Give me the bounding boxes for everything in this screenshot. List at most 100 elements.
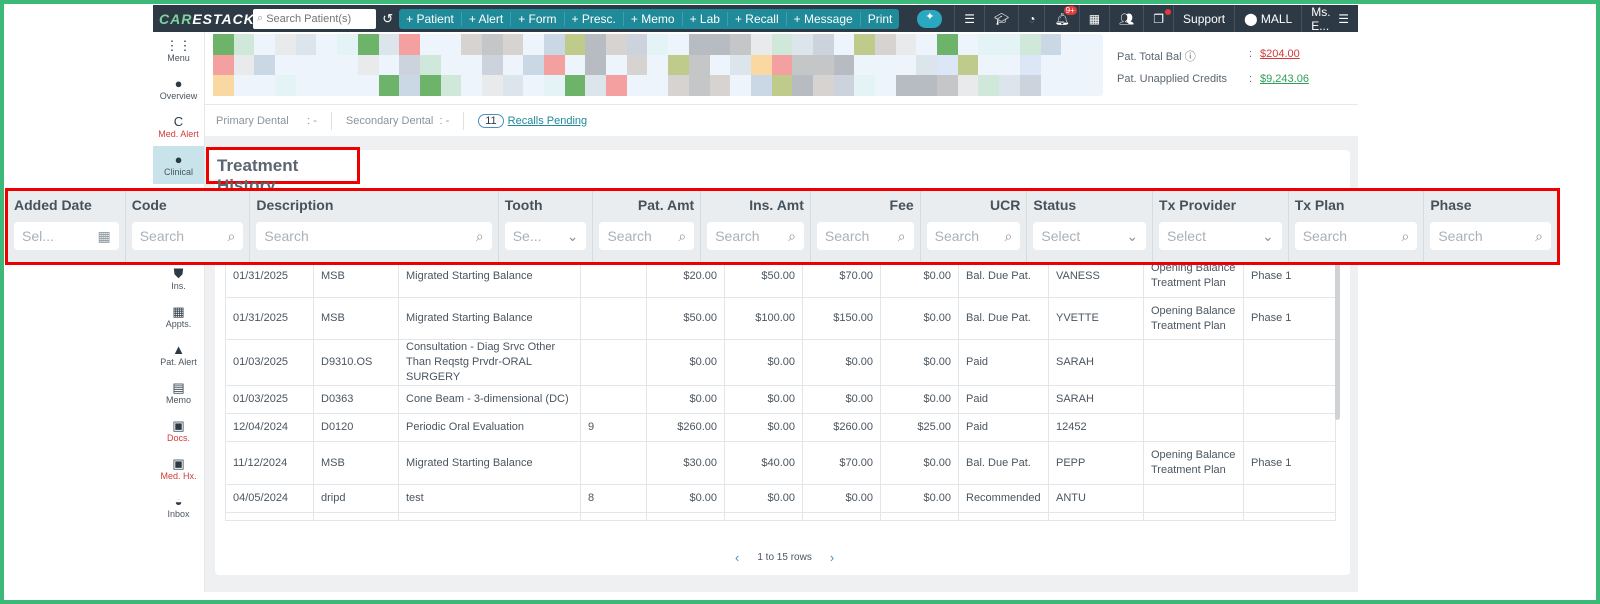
chat-icon[interactable]: ❐ xyxy=(1143,5,1173,32)
filter-search[interactable]: Search ⌕ xyxy=(926,222,1021,250)
quick-action-button[interactable]: + Presc. xyxy=(565,11,624,26)
column-tooth: Tooth Se... ⌄ xyxy=(499,191,594,262)
magic-wand-button[interactable]: ✦ xyxy=(917,9,943,28)
filter-search[interactable]: Search ⌕ xyxy=(816,222,914,250)
calendar-icon[interactable]: ▦ xyxy=(97,228,110,245)
table-row[interactable] xyxy=(225,512,1336,521)
hamburger-icon[interactable]: ☰ xyxy=(1338,12,1349,26)
sidebar-item-med-hx[interactable]: ▣ Med. Hx. xyxy=(153,450,204,488)
user-menu[interactable]: Ms. E... ☰ xyxy=(1301,5,1358,33)
sidebar-item-ins[interactable]: ⛊ Ins. xyxy=(153,260,204,298)
table-row[interactable]: 12/04/2024 D0120 Periodic Oral Evaluation 9… xyxy=(225,413,1336,442)
cell-added-date: 01/31/2025 xyxy=(225,297,314,340)
column-tx-plan: Tx Plan Search ⌕ xyxy=(1289,191,1425,262)
sidebar-item-memo[interactable]: ▤ Memo xyxy=(153,374,204,412)
cell-tx-plan xyxy=(1143,339,1244,386)
filter-search[interactable]: Search ⌕ xyxy=(1294,222,1418,250)
filter-search[interactable]: Search ⌕ xyxy=(256,222,492,250)
sidebar-item-label: Overview xyxy=(159,91,198,101)
column-header-label[interactable]: Code xyxy=(132,197,244,222)
bell-icon[interactable]: 🔔︎ 9+ xyxy=(1044,5,1078,32)
cell-status: Bal. Due Pat. xyxy=(958,441,1049,485)
table-row[interactable]: 01/03/2025 D0363 Cone Beam - 3-dimensional… xyxy=(225,385,1336,414)
column-header-label[interactable]: Description xyxy=(256,197,491,222)
sidebar-item-label: Pat. Alert xyxy=(160,357,197,367)
filter-search[interactable]: Search ⌕ xyxy=(131,222,244,250)
quick-action-button[interactable]: Print xyxy=(861,12,900,26)
table-scrollbar[interactable] xyxy=(1335,260,1340,420)
filter-placeholder: Search xyxy=(824,228,870,244)
column-header-label[interactable]: UCR xyxy=(927,197,1020,222)
carestack-logo[interactable]: CARESTACK xyxy=(153,11,254,27)
next-page-button[interactable]: › xyxy=(830,550,834,565)
sidebar-item-overview[interactable]: ● Overview xyxy=(153,70,204,108)
support-link[interactable]: Support xyxy=(1173,5,1234,32)
cell-ins-amt: $0.00 xyxy=(724,339,803,386)
filter-search[interactable]: Search ⌕ xyxy=(1430,222,1551,250)
filter-search[interactable]: Search ⌕ xyxy=(707,222,804,250)
patient-search-input[interactable] xyxy=(266,12,377,25)
column-header-label[interactable]: Tx Provider xyxy=(1159,197,1282,222)
search-icon[interactable]: ⌕ xyxy=(1535,228,1543,245)
total-balance-value[interactable]: $204.00 xyxy=(1260,48,1300,60)
search-icon[interactable]: ⌕ xyxy=(228,228,236,245)
chevron-down-icon[interactable]: ⌄ xyxy=(1126,228,1138,245)
cell-phase xyxy=(1243,413,1336,442)
cell-phase: Phase 1 xyxy=(1243,297,1336,340)
sidebar-item-label: Menu xyxy=(167,53,190,63)
users-icon[interactable]: 👥︎ xyxy=(1109,5,1143,32)
sidebar-item-inbox[interactable]: ◒ Inbox xyxy=(153,488,204,526)
search-icon[interactable]: ⌕ xyxy=(1401,228,1409,245)
column-phase: Phase Search ⌕ xyxy=(1424,191,1557,262)
table-row[interactable]: 11/12/2024 MSB Migrated Starting Balance $3… xyxy=(225,441,1336,485)
filter-date[interactable]: Sel... ▦ xyxy=(14,222,119,250)
table-row[interactable]: 01/31/2025 MSB Migrated Starting Balance $5… xyxy=(225,297,1336,340)
column-header-label[interactable]: Ins. Amt xyxy=(707,197,804,222)
quick-action-button[interactable]: + Lab xyxy=(683,11,728,26)
column-header-label[interactable]: Phase xyxy=(1430,197,1551,222)
prev-page-button[interactable]: ‹ xyxy=(735,550,739,565)
filter-search[interactable]: Search ⌕ xyxy=(599,222,695,250)
sidebar-item-med-alert[interactable]: C Med. Alert xyxy=(153,108,204,146)
column-header-label[interactable]: Fee xyxy=(817,197,914,222)
search-icon[interactable]: ⌕ xyxy=(1005,228,1013,245)
search-icon[interactable]: ⌕ xyxy=(678,228,686,245)
column-added-date: Added Date Sel... ▦ xyxy=(8,191,126,262)
quick-action-button[interactable]: + Recall xyxy=(728,11,787,26)
sidebar-item-docs[interactable]: ▣ Docs. xyxy=(153,412,204,450)
history-icon[interactable]: ↺ xyxy=(382,11,393,27)
calendar-icon[interactable]: ▦ xyxy=(1078,5,1109,32)
filter-select[interactable]: Se... ⌄ xyxy=(504,222,587,250)
filter-placeholder: Se... xyxy=(512,228,542,244)
chevron-down-icon[interactable]: ⌄ xyxy=(567,228,579,245)
column-header-label[interactable]: Status xyxy=(1033,197,1146,222)
filter-select[interactable]: Select ⌄ xyxy=(1159,222,1282,250)
sidebar-item-appts[interactable]: ▦ Appts. xyxy=(153,298,204,336)
search-icon[interactable]: ⌕ xyxy=(788,228,796,245)
sidebar-item-pat-alert[interactable]: ▲ Pat. Alert xyxy=(153,336,204,374)
column-header-label[interactable]: Added Date xyxy=(14,197,119,222)
unapplied-credits-value[interactable]: $9,243.06 xyxy=(1260,73,1309,85)
search-icon[interactable]: ⌕ xyxy=(898,228,906,245)
quick-action-button[interactable]: + Message xyxy=(787,11,861,26)
patient-search[interactable]: ⌕ xyxy=(253,8,377,29)
filter-select[interactable]: Select ⌄ xyxy=(1033,222,1147,250)
column-header-label[interactable]: Tx Plan xyxy=(1295,197,1418,222)
chevron-down-icon[interactable]: ⌄ xyxy=(1262,228,1274,245)
quick-action-button[interactable]: + Patient xyxy=(399,11,462,26)
table-row[interactable]: 01/03/2025 D9310.OS Consultation - Diag Sr… xyxy=(225,339,1336,386)
column-header-label[interactable]: Pat. Amt xyxy=(599,197,694,222)
graduation-cap-icon[interactable]: 🎓︎ xyxy=(983,5,1018,32)
quick-action-button[interactable]: + Form xyxy=(511,11,565,26)
table-row[interactable]: 04/05/2024 dripd test 8 $0.00 $0.00 $0.00 $0.00… xyxy=(225,484,1336,513)
search-icon[interactable]: ⌕ xyxy=(476,228,484,245)
location-selector[interactable]: ⬤ MALL xyxy=(1234,5,1301,32)
quick-action-button[interactable]: + Alert xyxy=(462,11,512,26)
dashboard-icon[interactable]: ◔ xyxy=(1018,5,1044,32)
sidebar-item-menu[interactable]: ⋮⋮ Menu xyxy=(153,32,204,70)
sidebar-item-clinical[interactable]: ● Clinical xyxy=(153,146,204,184)
column-header-label[interactable]: Tooth xyxy=(505,197,587,222)
quick-action-button[interactable]: + Memo xyxy=(624,11,683,26)
recalls-pending-link[interactable]: Recalls Pending xyxy=(508,115,588,127)
checklist-icon[interactable]: ☰ xyxy=(954,5,984,32)
